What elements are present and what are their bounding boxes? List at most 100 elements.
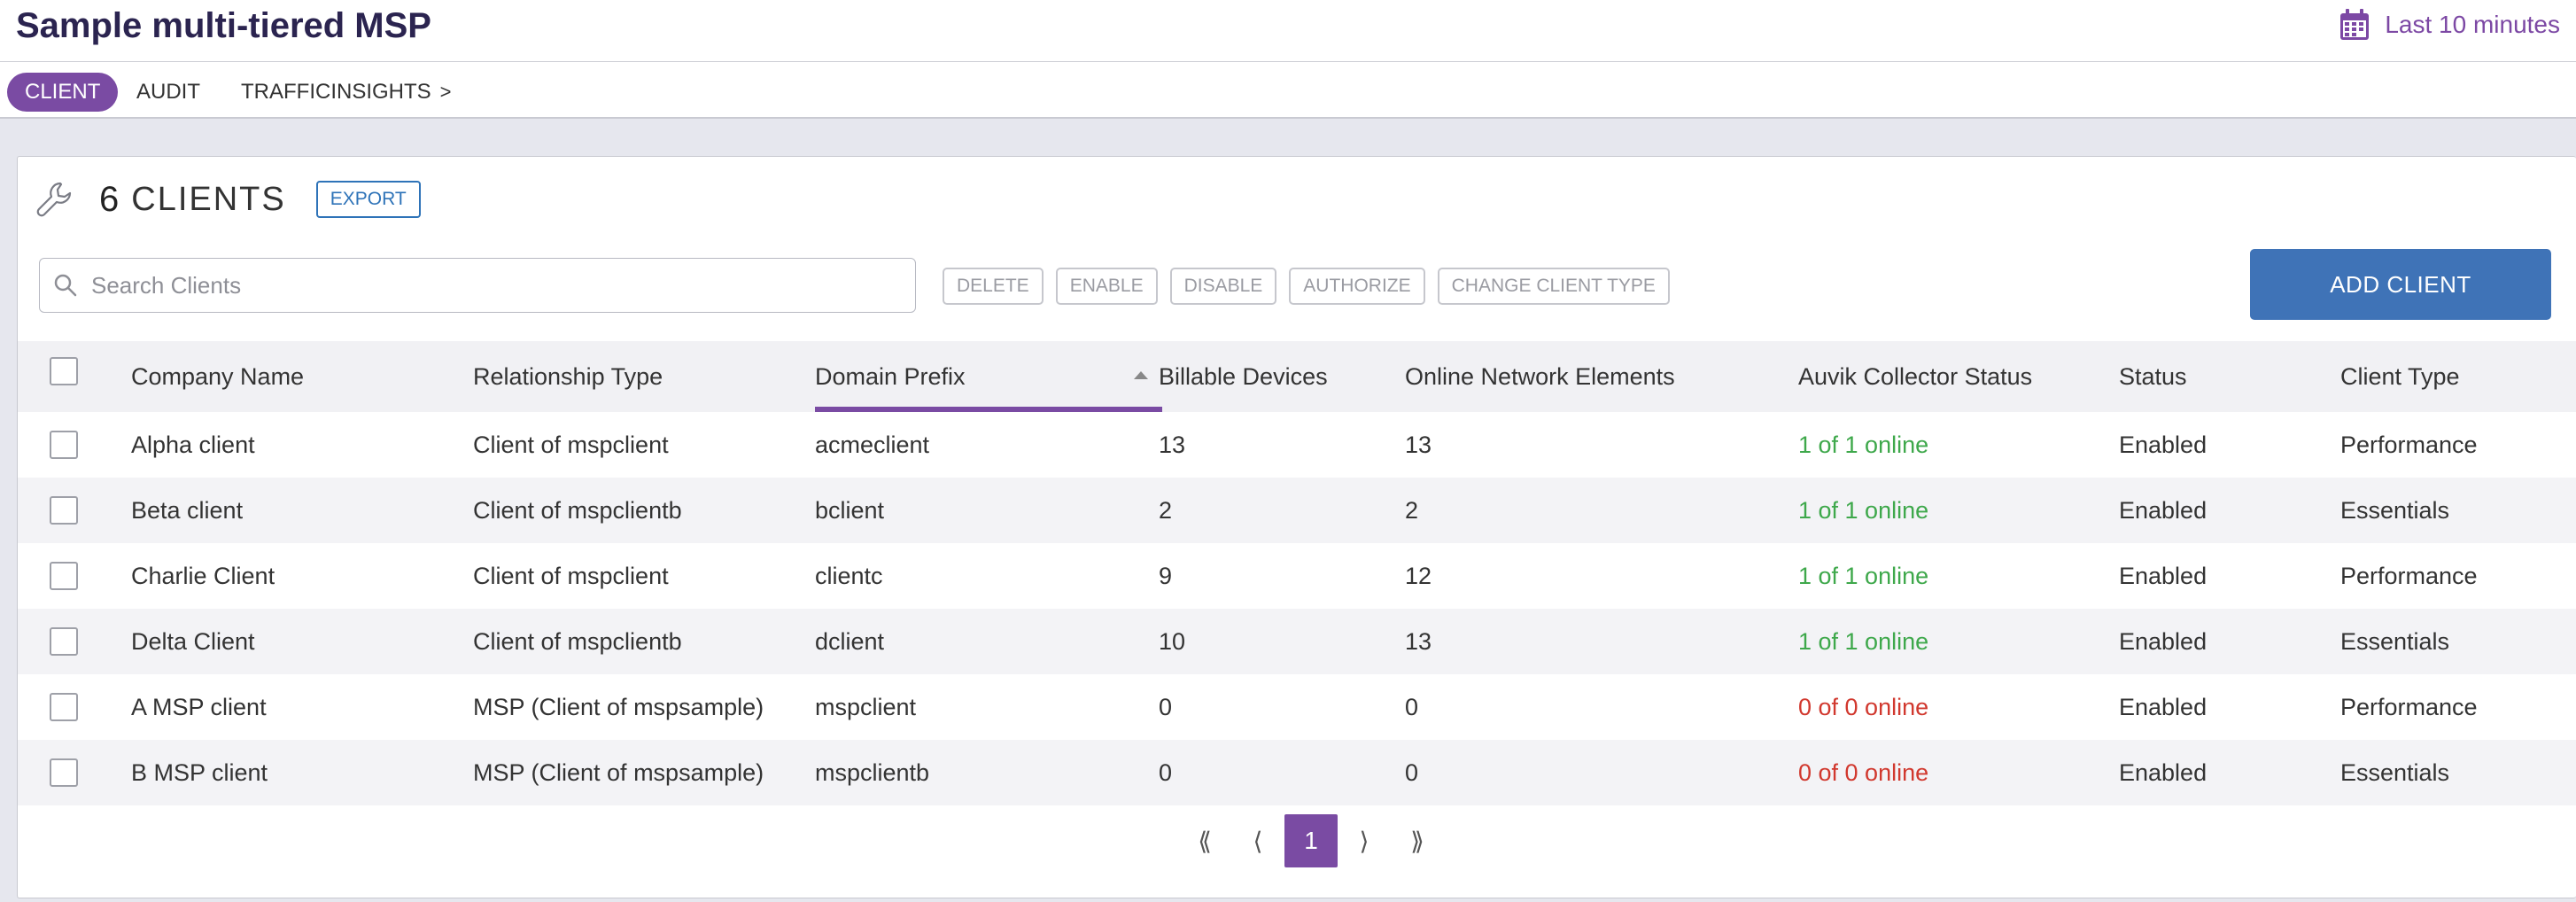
tab-trafficinsights-label: TRAFFICINSIGHTS	[241, 80, 431, 104]
domain-prefix-cell: clientc	[815, 562, 883, 589]
column-header-status[interactable]: Status	[2119, 341, 2187, 412]
domain-prefix-cell: bclient	[815, 496, 885, 524]
collector-status-cell: 1 of 1 online	[1798, 562, 1929, 589]
table-row[interactable]: A MSP client MSP (Client of mspsample) m…	[18, 674, 2576, 740]
row-checkbox[interactable]	[50, 627, 78, 656]
status-cell: Enabled	[2119, 431, 2207, 458]
delete-button[interactable]: DELETE	[943, 268, 1044, 305]
search-input[interactable]	[89, 270, 890, 300]
add-client-button[interactable]: ADD CLIENT	[2250, 249, 2551, 320]
clients-table: Company Name Relationship Type Domain Pr…	[18, 341, 2576, 805]
tab-trafficinsights[interactable]: TRAFFICINSIGHTS >	[223, 73, 469, 112]
column-header-relationship-type[interactable]: Relationship Type	[473, 341, 663, 412]
online-elements-cell: 0	[1405, 693, 1419, 720]
column-header-domain-prefix[interactable]: Domain Prefix	[815, 341, 966, 412]
collector-status-cell: 1 of 1 online	[1798, 431, 1929, 458]
relationship-type-cell: Client of mspclientb	[473, 627, 682, 655]
previous-page-button[interactable]: ⟨	[1231, 814, 1284, 867]
first-page-button[interactable]: ⟪	[1178, 814, 1231, 867]
company-name-cell: Alpha client	[131, 431, 255, 458]
chevron-right-icon: >	[439, 81, 452, 103]
column-header-online-network-elements[interactable]: Online Network Elements	[1405, 341, 1675, 412]
collector-status-cell: 1 of 1 online	[1798, 627, 1929, 655]
client-count: 6	[99, 179, 120, 219]
last-page-button[interactable]: ⟫	[1391, 814, 1444, 867]
export-button[interactable]: EXPORT	[315, 181, 421, 218]
collector-status-cell: 1 of 1 online	[1798, 496, 1929, 524]
search-icon	[54, 274, 77, 297]
domain-prefix-cell: mspclient	[815, 693, 917, 720]
row-checkbox[interactable]	[50, 693, 78, 721]
top-bar: Sample multi-tiered MSP Last 10 minutes	[0, 0, 2576, 62]
billable-devices-cell: 10	[1159, 627, 1186, 655]
change-client-type-button[interactable]: CHANGE CLIENT TYPE	[1437, 268, 1670, 305]
row-checkbox[interactable]	[50, 562, 78, 590]
disable-button[interactable]: DISABLE	[1169, 268, 1277, 305]
client-type-cell: Essentials	[2340, 758, 2450, 786]
row-checkbox[interactable]	[50, 431, 78, 459]
status-cell: Enabled	[2119, 627, 2207, 655]
column-header-client-type[interactable]: Client Type	[2340, 341, 2460, 412]
select-all-checkbox[interactable]	[50, 357, 78, 385]
online-elements-cell: 0	[1405, 758, 1419, 786]
online-elements-cell: 13	[1405, 431, 1432, 458]
relationship-type-cell: Client of mspclient	[473, 562, 669, 589]
company-name-cell: B MSP client	[131, 758, 268, 786]
client-type-cell: Performance	[2340, 693, 2478, 720]
sort-ascending-icon	[1134, 371, 1148, 379]
table-row[interactable]: B MSP client MSP (Client of mspsample) m…	[18, 740, 2576, 805]
company-name-cell: Charlie Client	[131, 562, 275, 589]
domain-prefix-cell: dclient	[815, 627, 885, 655]
status-cell: Enabled	[2119, 496, 2207, 524]
tab-bar: CLIENT AUDIT TRAFFICINSIGHTS >	[0, 62, 2576, 119]
relationship-type-cell: Client of mspclientb	[473, 496, 682, 524]
table-row[interactable]: Beta client Client of mspclientb bclient…	[18, 478, 2576, 543]
row-checkbox[interactable]	[50, 496, 78, 525]
client-type-cell: Essentials	[2340, 496, 2450, 524]
row-checkbox[interactable]	[50, 758, 78, 787]
domain-prefix-cell: acmeclient	[815, 431, 930, 458]
clients-panel: 6 CLIENTS EXPORT DELETE ENABLE DISABLE A…	[17, 156, 2576, 898]
time-range-selector[interactable]: Last 10 minutes	[2339, 5, 2560, 44]
relationship-type-cell: Client of mspclient	[473, 431, 669, 458]
collector-status-cell: 0 of 0 online	[1798, 758, 1929, 786]
current-page[interactable]: 1	[1284, 814, 1338, 867]
billable-devices-cell: 0	[1159, 758, 1173, 786]
table-row[interactable]: Delta Client Client of mspclientb dclien…	[18, 609, 2576, 674]
billable-devices-cell: 0	[1159, 693, 1173, 720]
next-page-button[interactable]: ⟩	[1338, 814, 1391, 867]
table-row[interactable]: Charlie Client Client of mspclient clien…	[18, 543, 2576, 609]
client-type-cell: Performance	[2340, 562, 2478, 589]
tab-client[interactable]: CLIENT	[7, 73, 119, 112]
clients-panel-header: 6 CLIENTS EXPORT	[35, 171, 421, 228]
calendar-icon	[2340, 9, 2370, 40]
column-header-company-name[interactable]: Company Name	[131, 341, 304, 412]
wrench-icon	[36, 182, 72, 217]
column-header-billable-devices[interactable]: Billable Devices	[1159, 341, 1328, 412]
tab-audit[interactable]: AUDIT	[119, 73, 218, 112]
status-cell: Enabled	[2119, 562, 2207, 589]
client-type-cell: Essentials	[2340, 627, 2450, 655]
table-header-row: Company Name Relationship Type Domain Pr…	[18, 341, 2576, 412]
billable-devices-cell: 9	[1159, 562, 1173, 589]
client-type-cell: Performance	[2340, 431, 2478, 458]
company-name-cell: Beta client	[131, 496, 244, 524]
online-elements-cell: 2	[1405, 496, 1419, 524]
authorize-button[interactable]: AUTHORIZE	[1289, 268, 1425, 305]
table-row[interactable]: Alpha client Client of mspclient acmecli…	[18, 412, 2576, 478]
enable-button[interactable]: ENABLE	[1055, 268, 1158, 305]
column-header-collector-status[interactable]: Auvik Collector Status	[1798, 341, 2032, 412]
search-box	[39, 258, 916, 313]
company-name-cell: Delta Client	[131, 627, 255, 655]
domain-prefix-cell: mspclientb	[815, 758, 930, 786]
client-count-label: CLIENTS	[131, 180, 286, 218]
company-name-cell: A MSP client	[131, 693, 267, 720]
pagination: ⟪ ⟨ 1 ⟩ ⟫	[1178, 814, 1444, 867]
billable-devices-cell: 2	[1159, 496, 1173, 524]
status-cell: Enabled	[2119, 693, 2207, 720]
status-cell: Enabled	[2119, 758, 2207, 786]
billable-devices-cell: 13	[1159, 431, 1186, 458]
collector-status-cell: 0 of 0 online	[1798, 693, 1929, 720]
online-elements-cell: 13	[1405, 627, 1432, 655]
relationship-type-cell: MSP (Client of mspsample)	[473, 693, 764, 720]
